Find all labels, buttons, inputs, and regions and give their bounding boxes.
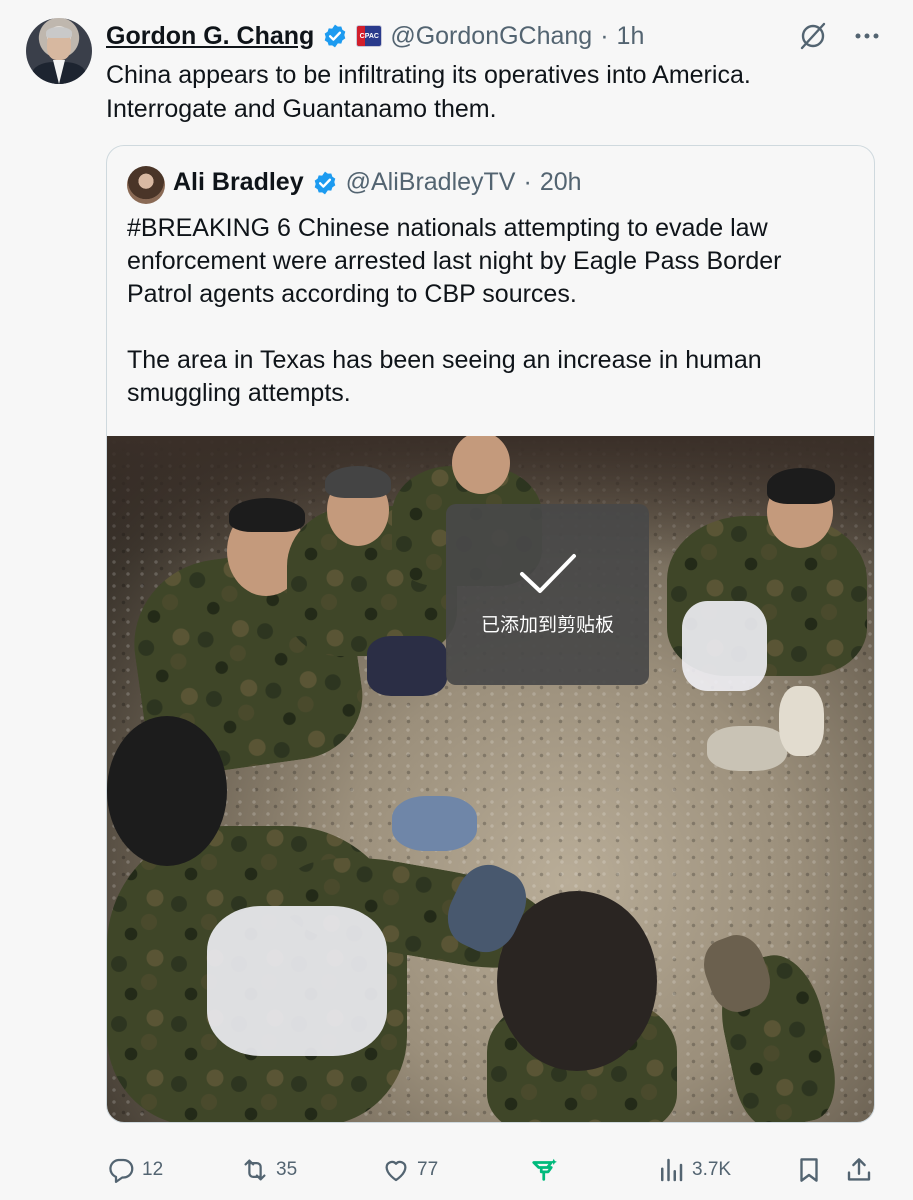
author-name[interactable]: Gordon G. Chang — [106, 22, 314, 51]
reply-button[interactable]: 12 — [106, 1150, 163, 1190]
separator-dot: · — [523, 168, 532, 196]
tweet-action-bar: 12 35 77 3.7K — [106, 1150, 876, 1190]
view-count: 3.7K — [692, 1159, 732, 1180]
affiliation-badge-text: CPAC — [359, 32, 379, 40]
repost-button[interactable]: 35 — [240, 1150, 297, 1190]
tweet: Gordon G. Chang CPAC @GordonGChang · 1h … — [0, 0, 913, 1200]
checkmark-icon — [519, 554, 576, 593]
views-chart-icon — [661, 1158, 683, 1182]
author-handle[interactable]: @GordonGChang — [390, 22, 592, 51]
bookmark-icon — [800, 1158, 818, 1182]
copied-toast: 已添加到剪贴板 — [446, 504, 649, 685]
quoted-tweet-time[interactable]: 20h — [540, 168, 582, 197]
quoted-author-handle[interactable]: @AliBradleyTV — [346, 168, 516, 197]
quoted-tweet-text: #BREAKING 6 Chinese nationals attempting… — [127, 214, 782, 407]
verified-badge-icon — [314, 171, 335, 194]
share-button[interactable] — [844, 1150, 874, 1190]
toast-text: 已添加到剪贴板 — [480, 614, 614, 636]
affiliation-badge-icon[interactable]: CPAC — [356, 25, 383, 47]
share-icon — [847, 1158, 871, 1181]
quoted-tweet[interactable]: Ali Bradley @AliBradleyTV · 20h #BREAKIN… — [106, 145, 875, 1123]
repost-count: 35 — [276, 1159, 298, 1180]
plastic-bag — [367, 636, 447, 696]
quoted-author-avatar[interactable] — [127, 166, 165, 204]
tweet-time[interactable]: 1h — [617, 22, 645, 51]
verified-badge-icon — [325, 24, 346, 48]
author-avatar[interactable] — [26, 18, 92, 84]
grok-sparkle-icon — [532, 1158, 557, 1181]
shoe — [707, 726, 787, 771]
separator-dot: · — [600, 21, 609, 50]
grok-analyze-button[interactable] — [530, 1150, 560, 1190]
bookmark-button[interactable] — [794, 1150, 824, 1190]
reply-count: 12 — [142, 1159, 164, 1180]
more-options-icon[interactable] — [851, 20, 883, 52]
shoe — [392, 796, 477, 851]
views-button[interactable]: 3.7K — [656, 1150, 731, 1190]
shoe — [779, 686, 824, 756]
heart-icon — [385, 1160, 407, 1182]
grok-icon[interactable] — [797, 20, 829, 52]
plastic-bag — [682, 601, 767, 691]
quoted-author-name[interactable]: Ali Bradley — [173, 168, 304, 197]
quoted-tweet-photo[interactable]: 已添加到剪贴板 — [107, 436, 874, 1122]
quoted-tweet-header: Ali Bradley @AliBradleyTV · 20h — [173, 168, 582, 197]
tweet-header: Gordon G. Chang CPAC @GordonGChang · 1h — [106, 18, 644, 54]
reply-icon — [109, 1158, 134, 1183]
like-button[interactable]: 77 — [381, 1150, 438, 1190]
plastic-bag — [207, 906, 387, 1056]
tweet-text: China appears to be infiltrating its ope… — [106, 61, 751, 123]
tweet-top-actions — [797, 20, 883, 52]
like-count: 77 — [417, 1159, 439, 1180]
repost-icon — [244, 1159, 266, 1181]
